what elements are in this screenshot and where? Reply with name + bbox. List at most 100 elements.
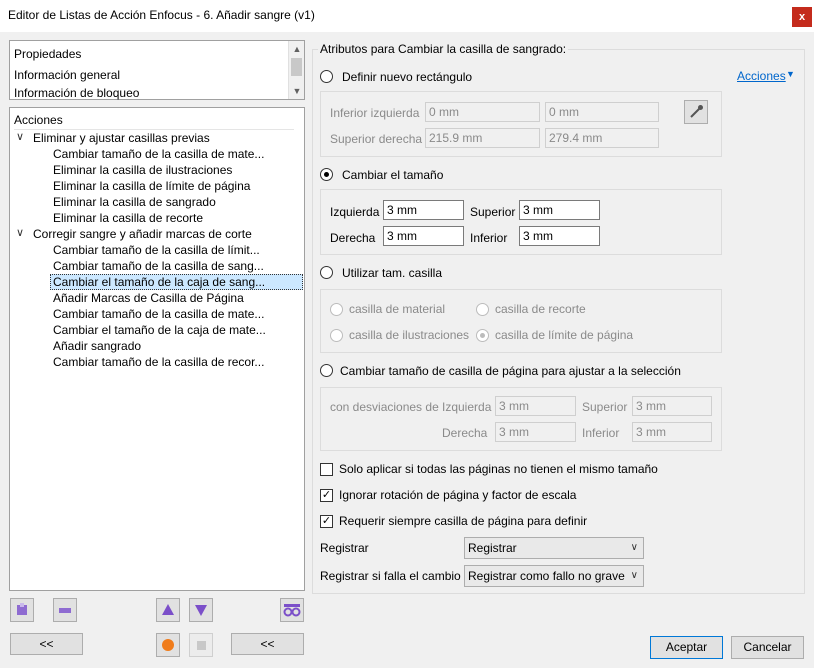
move-down-button[interactable] <box>189 598 213 622</box>
label-ignore-rotation: Ignorar rotación de página y factor de e… <box>339 488 577 502</box>
label-box-size: Utilizar tam. casilla <box>342 266 443 280</box>
lower-left-label: Inferior izquierda <box>330 106 420 120</box>
radio-art-box[interactable] <box>330 329 343 342</box>
upper-right-y-input[interactable]: 279.4 mm <box>545 128 659 148</box>
window-title: Editor de Listas de Acción Enfocus - 6. … <box>8 8 315 22</box>
attributes-title: Atributos para Cambiar la casilla de san… <box>318 42 569 56</box>
tree-item[interactable]: Añadir Marcas de Casilla de Página <box>53 290 244 306</box>
checkbox-only-if[interactable] <box>320 463 333 476</box>
label-media-box: casilla de material <box>349 302 446 316</box>
fit-right-label: Derecha <box>442 426 488 440</box>
scroll-down-icon[interactable]: ▼ <box>289 83 305 99</box>
label-require-box: Requerir siempre casilla de página para … <box>339 514 588 528</box>
stop-button[interactable] <box>189 633 213 657</box>
resize-bottom-input[interactable]: 3 mm <box>519 226 600 246</box>
record-button[interactable] <box>156 633 180 657</box>
eyedropper-button[interactable] <box>684 100 708 124</box>
resize-right-input[interactable]: 3 mm <box>383 226 464 246</box>
upper-right-label: Superior derecha <box>330 132 423 146</box>
tree-item[interactable]: Cambiar el tamaño de la caja de mate... <box>53 322 266 338</box>
upper-right-x-input[interactable]: 215.9 mm <box>425 128 540 148</box>
actions-header: Acciones <box>14 113 63 127</box>
eyedropper-icon <box>690 105 703 118</box>
tree-item[interactable]: Eliminar la casilla de sangrado <box>53 194 216 210</box>
add-action-button[interactable] <box>10 598 34 622</box>
tree-group-eliminar[interactable]: Eliminar y ajustar casillas previas <box>33 130 210 146</box>
log-fail-label: Registrar si falla el cambio <box>320 569 461 583</box>
label-new-rect: Definir nuevo rectángulo <box>342 70 473 84</box>
radio-media-box[interactable] <box>330 303 343 316</box>
stop-icon <box>197 641 206 650</box>
lower-left-y-input[interactable]: 0 mm <box>545 102 659 122</box>
fit-top-label: Superior <box>582 400 628 414</box>
properties-header[interactable]: Propiedades <box>14 47 81 61</box>
cancel-button[interactable]: Cancelar <box>731 636 804 659</box>
tree-item[interactable]: Cambiar tamaño de la casilla de sang... <box>53 258 264 274</box>
radio-trim-box[interactable] <box>476 303 489 316</box>
fit-bottom-input[interactable]: 3 mm <box>632 422 712 442</box>
glasses-icon <box>283 604 301 617</box>
properties-list: Propiedades Información general Informac… <box>9 40 305 100</box>
box-size-group <box>320 289 722 353</box>
tree-item[interactable]: Añadir sangrado <box>53 338 141 354</box>
tree-item[interactable]: Eliminar la casilla de ilustraciones <box>53 162 232 178</box>
log-fail-select-value: Registrar como fallo no grave <box>468 569 625 583</box>
radio-new-rect[interactable] <box>320 70 333 83</box>
resize-top-label: Superior <box>470 205 516 219</box>
radio-box-size[interactable] <box>320 266 333 279</box>
ok-button[interactable]: Aceptar <box>650 636 723 659</box>
tree-item[interactable]: Cambiar tamaño de la casilla de límit... <box>53 242 260 258</box>
tree-item-selected[interactable]: Cambiar el tamaño de la caja de sang... <box>53 274 265 290</box>
preview-button[interactable] <box>280 598 304 622</box>
tree-item[interactable]: Cambiar tamaño de la casilla de recor... <box>53 354 264 370</box>
tree-item[interactable]: Eliminar la casilla de recorte <box>53 210 203 226</box>
label-fit-selection: Cambiar tamaño de casilla de página para… <box>340 364 681 378</box>
radio-resize[interactable] <box>320 168 333 181</box>
resize-bottom-label: Inferior <box>470 231 508 245</box>
log-label: Registrar <box>320 541 369 555</box>
tree-item[interactable]: Cambiar tamaño de la casilla de mate... <box>53 146 264 162</box>
resize-top-input[interactable]: 3 mm <box>519 200 600 220</box>
scroll-thumb[interactable] <box>291 58 302 76</box>
checkbox-ignore-rotation[interactable]: ✓ <box>320 489 333 502</box>
back-button-left[interactable]: << <box>10 633 83 655</box>
scroll-up-icon[interactable]: ▲ <box>289 41 305 57</box>
checkbox-require-box[interactable]: ✓ <box>320 515 333 528</box>
close-button[interactable]: x <box>792 7 812 27</box>
properties-item-lock[interactable]: Información de bloqueo <box>14 86 139 100</box>
log-fail-select[interactable]: Registrar como fallo no grave ∨ <box>464 565 644 587</box>
chevron-down-icon: ∨ <box>630 570 638 581</box>
lower-left-x-input[interactable]: 0 mm <box>425 102 540 122</box>
tree-item[interactable]: Cambiar tamaño de la casilla de mate... <box>53 306 264 322</box>
remove-action-button[interactable] <box>53 598 77 622</box>
tree-item[interactable]: Eliminar la casilla de límite de página <box>53 178 250 194</box>
fit-bottom-label: Inferior <box>582 426 620 440</box>
move-up-button[interactable] <box>156 598 180 622</box>
tree-group-corregir[interactable]: Corregir sangre y añadir marcas de corte <box>33 226 252 242</box>
label-bleed-box: casilla de límite de página <box>495 328 634 342</box>
remove-action-icon <box>59 608 71 613</box>
actions-tree: Acciones ∨ Eliminar y ajustar casillas p… <box>9 107 305 591</box>
chevron-down-icon[interactable]: ∨ <box>16 130 24 143</box>
acciones-link[interactable]: Acciones <box>737 69 786 83</box>
record-icon <box>162 639 174 651</box>
resize-left-label: Izquierda <box>330 205 380 219</box>
resize-left-input[interactable]: 3 mm <box>383 200 464 220</box>
properties-scrollbar[interactable]: ▲ ▼ <box>288 41 304 99</box>
radio-bleed-box[interactable] <box>476 329 489 342</box>
chevron-down-icon[interactable]: ∨ <box>16 226 24 239</box>
label-resize: Cambiar el tamaño <box>342 168 444 182</box>
fit-right-input[interactable]: 3 mm <box>495 422 576 442</box>
title-bar: Editor de Listas de Acción Enfocus - 6. … <box>0 0 814 32</box>
radio-fit-selection[interactable] <box>320 364 333 377</box>
dropdown-triangle-icon[interactable]: ▼ <box>786 69 795 79</box>
fit-left-label: Izquierda <box>442 400 492 414</box>
log-select[interactable]: Registrar ∨ <box>464 537 644 559</box>
offsets-label: con desviaciones de <box>330 400 439 414</box>
properties-item-general[interactable]: Información general <box>14 68 120 82</box>
fit-left-input[interactable]: 3 mm <box>495 396 576 416</box>
log-select-value: Registrar <box>468 541 517 555</box>
fit-top-input[interactable]: 3 mm <box>632 396 712 416</box>
arrow-up-icon <box>162 604 174 615</box>
back-button-right[interactable]: << <box>231 633 304 655</box>
